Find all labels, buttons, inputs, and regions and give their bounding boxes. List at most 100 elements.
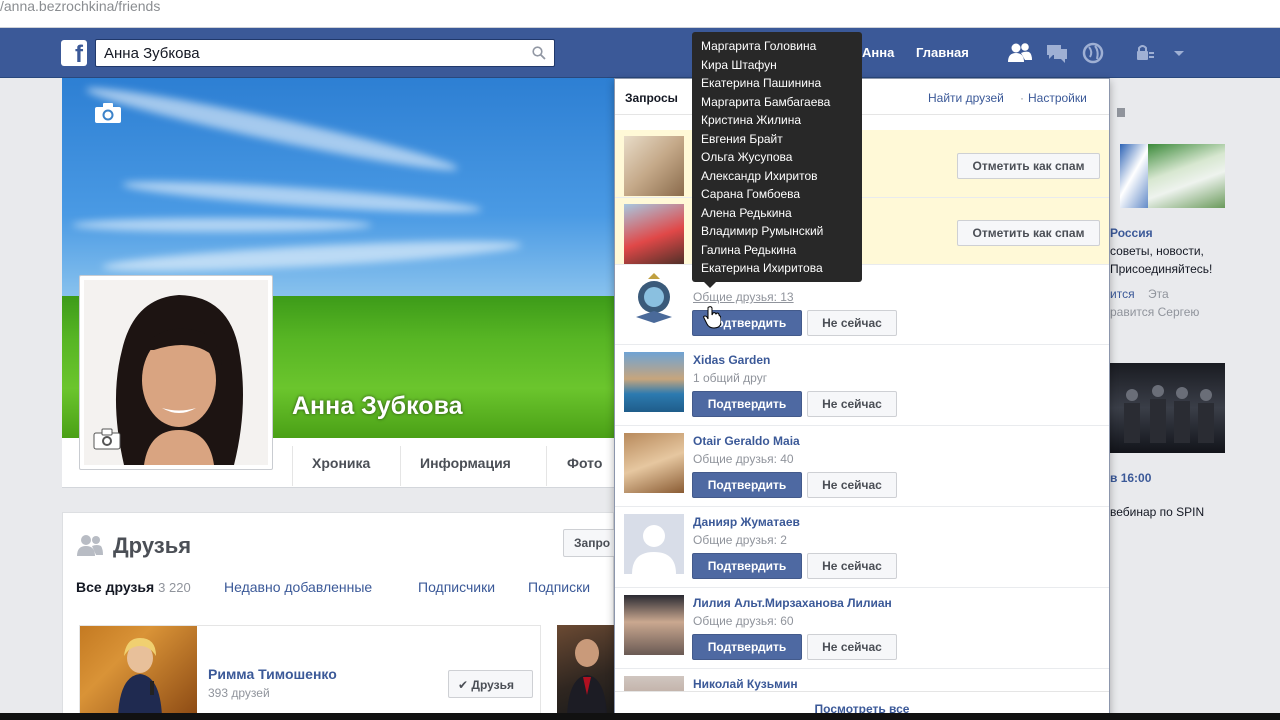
not-now-button[interactable]: Не сейчас — [807, 472, 897, 498]
mutual-friends-count[interactable]: 1 общий друг — [693, 371, 767, 385]
requester-photo[interactable] — [624, 271, 684, 331]
messages-icon[interactable] — [1044, 40, 1070, 66]
right-sidebar: Россия советы, новости, Присоединяйтесь!… — [1110, 78, 1280, 718]
mutual-friends-count[interactable]: Общие друзья: 13 — [693, 290, 794, 304]
requester-name[interactable]: Лилия Альт.Мирзаханова Лилиан — [693, 596, 892, 610]
settings-link[interactable]: Настройки — [1028, 91, 1087, 105]
mutual-friend-name: Маргарита Бамбагаева — [701, 94, 831, 109]
mark-as-spam-button[interactable]: Отметить как спам — [957, 220, 1100, 246]
tab-followers[interactable]: Подписчики — [418, 579, 495, 595]
screen-bottom-edge — [0, 713, 1280, 720]
sidebar-small-icon — [1117, 108, 1125, 117]
friend-requests-dropdown: Запросы Найти друзей · Настройки Отметит… — [614, 78, 1110, 720]
friend-mutual-count[interactable]: 393 друзей — [208, 686, 270, 700]
tab-all-friends[interactable]: Все друзья 3 220 — [76, 579, 191, 595]
nav-home-link[interactable]: Главная — [916, 45, 969, 60]
friend-requests-icon[interactable] — [1007, 40, 1033, 66]
mutual-friend-name: Екатерина Ихиритова — [701, 261, 823, 275]
mark-as-spam-button[interactable]: Отметить как спам — [957, 153, 1100, 179]
mutual-friend-name: Екатерина Пашинина — [701, 76, 822, 90]
ad-like-link[interactable]: ится — [1110, 287, 1135, 301]
ad-like-text: Эта — [1148, 287, 1169, 301]
ad-product-image[interactable] — [1148, 144, 1225, 208]
facebook-logo[interactable]: f — [61, 40, 87, 66]
friend-photo[interactable] — [557, 625, 615, 715]
mutual-friends-count[interactable]: Общие друзья: 40 — [693, 452, 794, 466]
requester-photo[interactable] — [624, 514, 684, 574]
tab-timeline[interactable]: Хроника — [312, 455, 370, 471]
not-now-button[interactable]: Не сейчас — [807, 310, 897, 336]
friends-section: Друзья Запро Все друзья 3 220 Недавно доб… — [62, 512, 623, 720]
friends-status-button[interactable]: ✔ Друзья — [448, 670, 533, 698]
friend-request-row: Xidas Garden 1 общий друг Подтвердить Не се… — [615, 346, 1109, 426]
requester-name[interactable]: Николай Кузьмин — [693, 677, 798, 691]
mutual-friends-tooltip: Маргарита Головина Кира Штафун Екатерина П… — [692, 32, 862, 288]
cover-camera-icon[interactable] — [94, 102, 122, 124]
hand-cursor-icon — [703, 306, 721, 329]
dropdown-title: Запросы — [625, 91, 678, 105]
confirm-request-button[interactable]: Подтвердить — [692, 472, 802, 498]
mutual-friends-count[interactable]: Общие друзья: 2 — [693, 533, 787, 547]
tab-recently-added[interactable]: Недавно добавленные — [224, 579, 372, 595]
ad-text-line2: Присоединяйтесь! — [1110, 262, 1213, 276]
dropdown-header: Запросы Найти друзей · Настройки — [615, 79, 1109, 115]
tab-about[interactable]: Информация — [420, 455, 511, 471]
confirm-request-button[interactable]: Подтвердить — [692, 634, 802, 660]
requester-name[interactable]: Данияр Жуматаев — [693, 515, 800, 529]
event-time[interactable]: в 16:00 — [1110, 471, 1151, 485]
privacy-lock-icon[interactable] — [1132, 40, 1158, 66]
find-friends-link[interactable]: Найти друзей — [928, 91, 1004, 105]
ad-social-context: равится Сергею — [1110, 305, 1200, 319]
friend-photo[interactable] — [80, 626, 197, 716]
friend-request-row: Лилия Альт.Мирзаханова Лилиан Общие друзь… — [615, 589, 1109, 669]
confirm-request-button[interactable]: Подтвердить — [692, 391, 802, 417]
nav-profile-link[interactable]: Анна — [862, 45, 894, 60]
confirm-request-button[interactable]: Подтвердить — [692, 553, 802, 579]
ad-title[interactable]: Россия — [1110, 226, 1153, 240]
friends-section-title: Друзья — [113, 533, 192, 558]
mutual-friend-name: Евгения Брайт — [701, 131, 783, 146]
browser-address-bar[interactable]: /anna.bezrochkina/friends — [0, 0, 1280, 28]
mutual-friend-name: Кира Штафун — [701, 57, 777, 72]
ad-text-line1: советы, новости, — [1110, 244, 1204, 258]
mutual-friend-name: Владимир Румынский — [701, 224, 824, 238]
friend-request-row: Отметить как спам — [615, 198, 1109, 265]
not-now-button[interactable]: Не сейчас — [807, 391, 897, 417]
account-menu-chevron-icon[interactable] — [1166, 40, 1192, 66]
mutual-friend-name: Кристина Жилина — [701, 113, 801, 127]
profile-name[interactable]: Анна Зубкова — [292, 392, 463, 421]
tab-photos[interactable]: Фото — [567, 455, 602, 471]
search-input[interactable] — [96, 40, 516, 66]
not-now-button[interactable]: Не сейчас — [807, 553, 897, 579]
requester-photo[interactable] — [624, 352, 684, 412]
mutual-friend-name: Маргарита Головина — [701, 39, 817, 53]
mutual-friends-count[interactable]: Общие друзья: 60 — [693, 614, 794, 628]
friends-count: 3 220 — [158, 580, 191, 595]
requester-photo[interactable] — [624, 136, 684, 196]
not-now-button[interactable]: Не сейчас — [807, 634, 897, 660]
tab-following[interactable]: Подписки — [528, 579, 590, 595]
mutual-friend-name: Ольга Жусупова — [701, 150, 793, 164]
requester-photo[interactable] — [624, 433, 684, 493]
browser-url: /anna.bezrochkina/friends — [0, 0, 161, 14]
friend-request-row: Отметить как спам — [615, 130, 1109, 198]
mutual-friend-name: Алена Редькина — [701, 205, 792, 220]
search-icon[interactable] — [532, 46, 546, 60]
requester-name[interactable]: Xidas Garden — [693, 353, 770, 367]
event-description: вебинар по SPIN — [1110, 505, 1205, 519]
friend-request-row: Данияр Жуматаев Общие друзья: 2 Подтвердит… — [615, 508, 1109, 588]
requester-name[interactable]: Otair Geraldo Maia — [693, 434, 800, 448]
top-navigation-bar: f Анна Главная — [0, 28, 1280, 78]
friends-section-icon — [77, 535, 103, 556]
mutual-friend-name: Александр Ихиритов — [701, 168, 818, 183]
avatar-camera-icon[interactable] — [93, 428, 121, 450]
friend-name[interactable]: Римма Тимошенко — [208, 666, 337, 682]
search-box[interactable] — [95, 39, 555, 67]
requester-photo[interactable] — [624, 204, 684, 264]
friend-request-row: Общие друзья: 13 Подтвердить Не сейчас — [615, 265, 1109, 345]
friend-request-row: Otair Geraldo Maia Общие друзья: 40 Подтве… — [615, 427, 1109, 507]
mutual-friend-name: Сарана Гомбоева — [701, 187, 801, 201]
notifications-globe-icon[interactable] — [1080, 40, 1106, 66]
requester-photo[interactable] — [624, 595, 684, 655]
event-image[interactable] — [1110, 363, 1225, 453]
